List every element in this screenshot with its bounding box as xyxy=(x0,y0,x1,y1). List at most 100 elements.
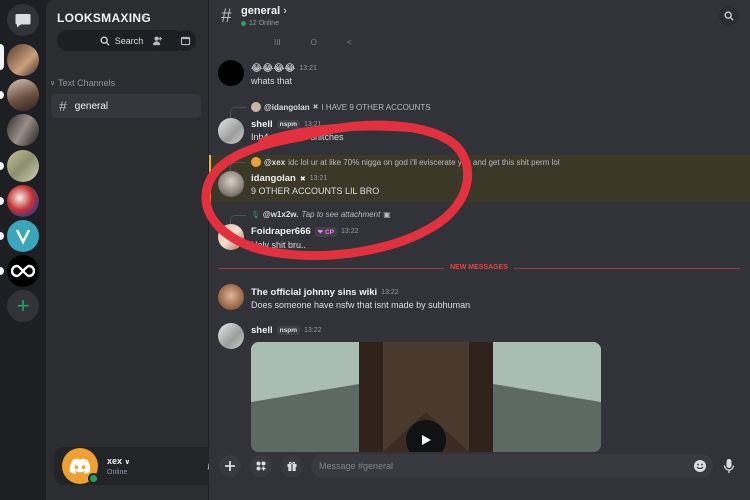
hash-icon: # xyxy=(59,98,67,114)
server-icon-6[interactable] xyxy=(7,220,39,252)
avatar[interactable] xyxy=(218,284,244,310)
reply-author: @w1x2w. xyxy=(262,210,299,219)
server-tag: nspm xyxy=(276,326,300,335)
timestamp: 13:22 xyxy=(304,327,322,334)
author-name[interactable]: idangolan xyxy=(251,173,296,184)
chevron-right-icon: › xyxy=(283,5,287,17)
link-icon: ✖ xyxy=(299,175,306,183)
server-icon-2[interactable] xyxy=(7,79,39,111)
emoji-icon xyxy=(694,460,706,472)
message-placeholder: Message #general xyxy=(319,461,394,471)
message-text: whats that xyxy=(251,76,293,86)
server-icon-4[interactable] xyxy=(7,150,39,182)
online-status-dot xyxy=(88,473,99,484)
video-attachment[interactable] xyxy=(251,342,601,452)
online-dot xyxy=(241,21,246,26)
server-icon-1[interactable] xyxy=(7,44,39,76)
letter-v-icon xyxy=(15,229,31,245)
message-text: Does someone have nsfw that isnt made by… xyxy=(251,300,471,310)
nav-home-hint: O xyxy=(310,38,317,47)
server-name[interactable]: LOOKSMAXING xyxy=(57,11,151,25)
category-label: Text Channels xyxy=(58,78,116,88)
message-input[interactable]: Message #general xyxy=(311,454,713,478)
chevron-right-icon: › xyxy=(142,9,146,23)
chevron-down-icon: ∨ xyxy=(124,459,131,466)
server-tag: ❤ CP xyxy=(314,226,337,237)
emoji-button[interactable] xyxy=(693,459,707,478)
username: xex ∨ xyxy=(107,456,131,466)
search-button[interactable] xyxy=(719,6,739,26)
search-label: Search xyxy=(114,35,144,46)
add-member-button[interactable] xyxy=(147,30,168,51)
mini-avatar xyxy=(251,157,261,167)
reply-author: @idangolan xyxy=(264,102,310,112)
message-emoji: 😂😂😂😂 xyxy=(251,63,296,74)
message-composer: Message #general xyxy=(209,448,750,484)
infinity-icon xyxy=(11,264,35,278)
server-icon-3[interactable] xyxy=(7,114,39,146)
avatar[interactable] xyxy=(218,323,244,349)
search-icon xyxy=(100,36,110,46)
message-header: idangolan ✖ 13:21 xyxy=(251,173,327,184)
category-text-channels[interactable]: ∨ Text Channels xyxy=(50,78,115,88)
message-header: shell nspm 13:22 xyxy=(251,325,322,336)
message-header: Foidraper666 ❤ CP 13:22 xyxy=(251,226,359,237)
channel-title[interactable]: general › xyxy=(241,5,287,17)
attach-button[interactable] xyxy=(219,455,241,477)
chevron-down-icon: ∨ xyxy=(50,80,56,87)
plus-icon: + xyxy=(16,293,30,318)
gift-icon xyxy=(287,461,297,471)
voice-message-button[interactable] xyxy=(723,458,735,479)
server-rail: + xyxy=(0,0,46,500)
channel-header: # general › 12 Online xyxy=(209,0,750,36)
discord-logo-icon xyxy=(69,458,91,474)
avatar[interactable] xyxy=(218,118,244,144)
timestamp: 13:22 xyxy=(381,289,399,296)
unread-indicator xyxy=(0,162,4,170)
unread-indicator xyxy=(0,267,4,275)
plus-icon xyxy=(225,461,235,471)
reply-preview[interactable]: @idangolan ✖ I HAVE 9 OTHER ACCOUNTS xyxy=(251,102,431,112)
unread-indicator xyxy=(0,91,4,99)
author-name[interactable]: Foidraper666 xyxy=(251,226,311,237)
author-name[interactable]: shell xyxy=(251,119,273,130)
message-text: Inb4 someone snitches xyxy=(251,132,344,142)
gift-button[interactable] xyxy=(281,455,303,477)
message-header: shell nspm 13:21 xyxy=(251,119,322,130)
events-button[interactable] xyxy=(175,30,196,51)
channel-item-general[interactable]: # general xyxy=(51,94,201,118)
nav-back-hint: < xyxy=(346,38,352,47)
reply-text: I HAVE 9 OTHER ACCOUNTS xyxy=(321,102,431,112)
avatar[interactable] xyxy=(218,171,244,197)
add-server-button[interactable]: + xyxy=(7,290,39,322)
chat-bubble-icon xyxy=(15,14,31,28)
apps-button[interactable] xyxy=(250,455,272,477)
unread-indicator xyxy=(0,232,4,240)
image-icon: ▣ xyxy=(383,210,391,219)
avatar[interactable] xyxy=(218,224,244,250)
reply-preview[interactable]: @xex idc lol ur at like 70% nigga on god… xyxy=(251,157,560,167)
author-name[interactable]: shell xyxy=(251,325,273,336)
direct-messages-button[interactable] xyxy=(7,4,39,36)
channel-label: general xyxy=(74,100,109,112)
reply-preview[interactable]: 🎙 @w1x2w. Tap to see attachment ▣ xyxy=(251,210,391,219)
reply-text: Tap to see attachment xyxy=(301,210,381,219)
reply-author: @xex xyxy=(264,157,286,167)
online-count: 12 Online xyxy=(241,20,279,27)
apps-icon xyxy=(256,461,266,471)
timestamp: 13:22 xyxy=(340,228,359,235)
nav-recent-hint: III xyxy=(274,38,281,47)
hash-icon: # xyxy=(221,6,232,27)
new-messages-label: NEW MESSAGES xyxy=(444,264,514,271)
unread-indicator xyxy=(0,197,4,205)
server-icon-7[interactable] xyxy=(7,255,39,287)
server-icon-5[interactable] xyxy=(7,185,39,217)
link-icon: ✖ xyxy=(312,104,319,111)
server-tag: nspm xyxy=(276,120,300,129)
mic-icon: 🎙 xyxy=(251,211,260,219)
avatar[interactable] xyxy=(218,60,244,86)
chat-area: # general › 12 Online III O < 😂😂😂😂 13:21… xyxy=(209,0,750,500)
reply-text: idc lol ur at like 70% nigga on god i'll… xyxy=(288,157,560,167)
author-name[interactable]: The official johnny sins wiki xyxy=(251,287,377,298)
calendar-icon xyxy=(180,36,191,46)
